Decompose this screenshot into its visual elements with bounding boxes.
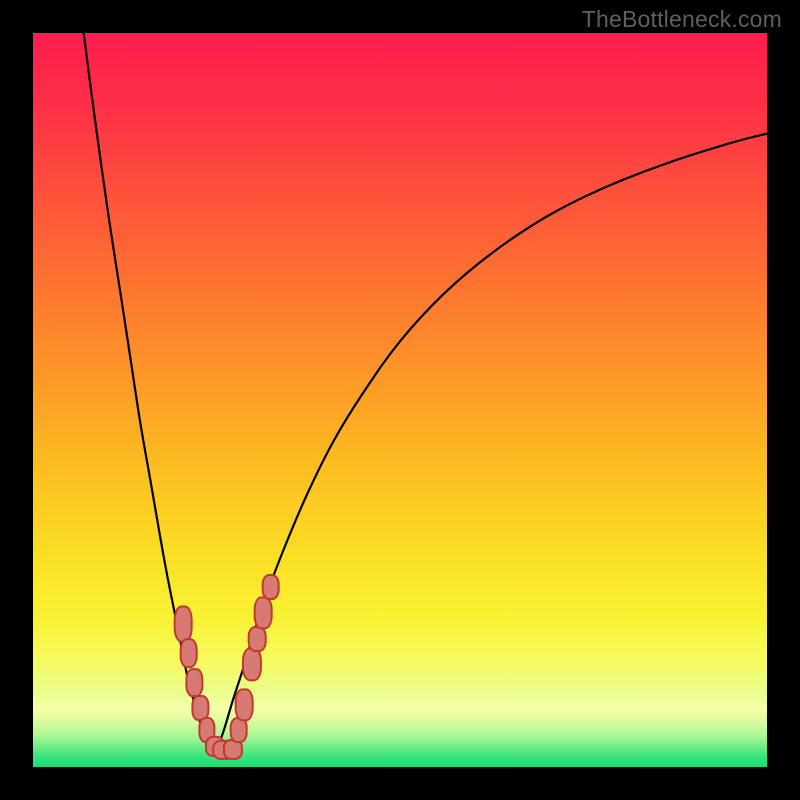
data-marker (186, 668, 203, 698)
data-marker (261, 574, 280, 600)
data-marker (248, 626, 267, 652)
data-marker (242, 648, 262, 681)
data-marker (179, 638, 198, 668)
plot-area (33, 33, 767, 767)
data-marker (235, 688, 254, 721)
chart-frame: TheBottleneck.com (0, 0, 800, 800)
data-marker (229, 717, 248, 743)
curves-layer (33, 33, 767, 767)
watermark-text: TheBottleneck.com (582, 6, 782, 33)
data-marker (254, 596, 273, 629)
data-marker (174, 605, 193, 642)
right-branch-curve (216, 134, 767, 753)
